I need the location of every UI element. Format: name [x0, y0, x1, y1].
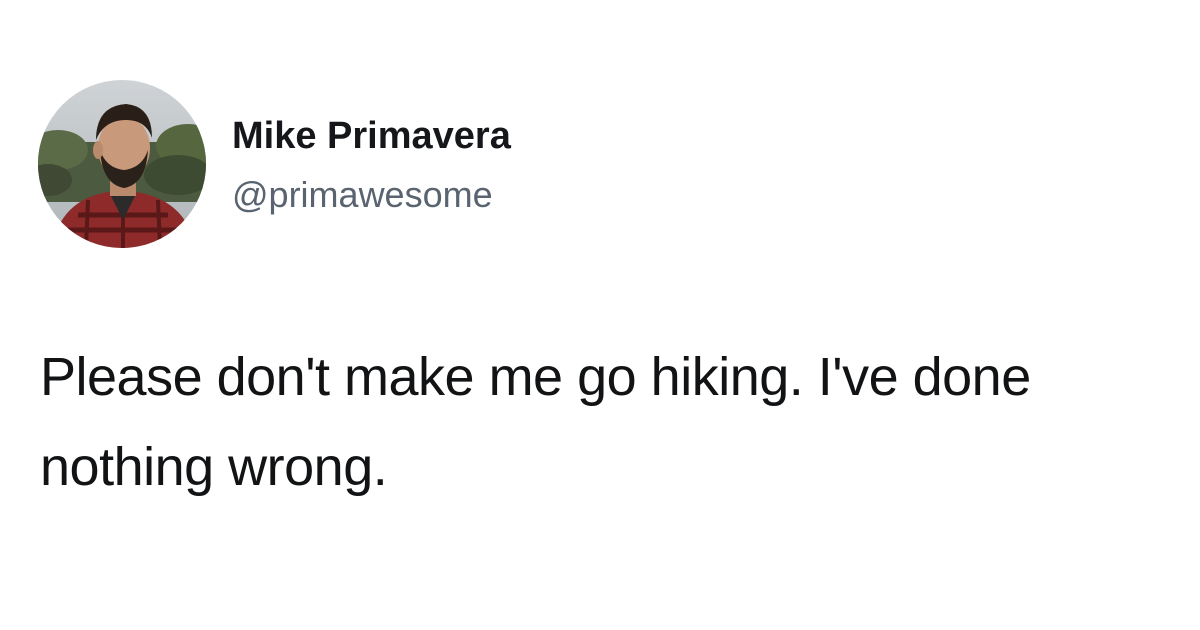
- tweet-text: Please don't make me go hiking. I've don…: [40, 347, 1031, 497]
- tweet-card: Mike Primavera @primawesome Please don't…: [0, 0, 1200, 630]
- author-name[interactable]: Mike Primavera: [232, 112, 511, 160]
- avatar-photo: [38, 80, 206, 248]
- author-handle[interactable]: @primawesome: [232, 172, 493, 218]
- avatar[interactable]: [38, 80, 206, 248]
